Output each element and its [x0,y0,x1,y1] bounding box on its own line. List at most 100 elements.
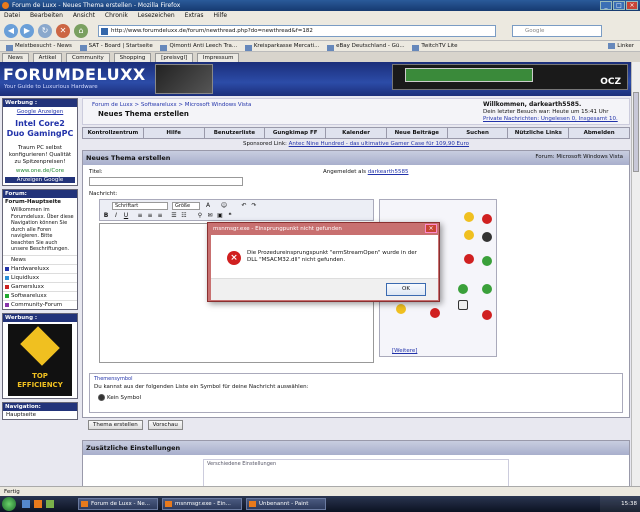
bookmark-item[interactable]: Linker [608,41,634,51]
bookmark-item[interactable]: TwitchTV Lite [412,43,457,49]
logged-in-user-link[interactable]: darkearth5585 [368,169,409,175]
nav-member-list[interactable]: Benutzerliste [205,128,266,138]
smiley-icon[interactable] [458,284,468,294]
smiley-icon[interactable] [482,214,492,224]
smiley-icon[interactable] [482,310,492,320]
undo-icon[interactable]: ↶ [240,202,248,210]
start-button[interactable] [2,497,16,511]
size-select[interactable]: Größe [172,202,200,210]
page-scrollbar[interactable] [631,62,640,486]
align-right-icon[interactable]: ≡ [156,212,164,220]
smiley-icon[interactable] [482,232,492,242]
quicklaunch-icon[interactable] [22,500,30,508]
extra-settings-header[interactable]: Zusätzliche Einstellungen [83,441,629,455]
sidebar-item-softwareluxx[interactable]: Softwareluxx [3,290,77,300]
align-left-icon[interactable]: ≡ [136,212,144,220]
smiley-icon[interactable] [430,308,440,318]
ad-url[interactable]: www.one.de/Core [5,168,75,174]
bookmark-item[interactable]: eBay Deutschland - Gü... [327,43,405,49]
task-msnmsgr[interactable]: msnmsgr.exe - Ein... [162,498,242,510]
stop-icon[interactable]: ✕ [56,24,70,38]
no-icon-radio[interactable]: Kein Symbol [98,394,141,401]
sidebar-item-news[interactable]: News [3,254,77,264]
create-thread-button[interactable]: Thema erstellen [88,420,143,430]
bookmark-item[interactable]: Qimonti Anti Leech Tra... [160,43,237,49]
nav-logout[interactable]: Abmelden [569,128,629,138]
scrollbar-thumb[interactable] [633,92,639,172]
menu-history[interactable]: Chronik [105,12,128,19]
toplink-articles[interactable]: Artikel [32,53,63,62]
menu-tools[interactable]: Extras [185,12,204,19]
nav-useful-links[interactable]: Nützliche Links [508,128,570,138]
smiley-icon[interactable] [482,256,492,266]
underline-button[interactable]: U [122,212,130,220]
more-smilies-link[interactable]: [Weitere] [392,348,417,354]
dialog-close-button[interactable]: × [425,224,437,233]
bookmark-item[interactable]: Kreisparkasse Mercati... [245,43,320,49]
private-messages-link[interactable]: Private Nachrichten: Ungelesen 0, Insges… [483,116,618,122]
toplink-shopping[interactable]: Shopping [113,53,152,62]
redo-icon[interactable]: ↷ [250,202,258,210]
menu-view[interactable]: Ansicht [73,12,95,19]
italic-button[interactable]: I [112,212,120,220]
ok-button[interactable]: OK [386,283,426,296]
email-icon[interactable]: ✉ [206,212,214,220]
toplink-imprint[interactable]: Impressum [196,53,240,62]
preview-button[interactable]: Vorschau [147,420,183,430]
sidebar-item-liquidluxx[interactable]: Liquidluxx [3,272,77,282]
toplink-price[interactable]: [preisvgl] [155,53,194,62]
sidebar-item-hardwareluxx[interactable]: Hardwareluxx [3,263,77,273]
toplink-community[interactable]: Community [65,53,110,62]
align-center-icon[interactable]: ≡ [146,212,154,220]
menu-edit[interactable]: Bearbeiten [30,12,63,19]
smiley-icon[interactable] [458,300,468,310]
search-input[interactable]: Google [512,25,602,37]
quote-icon[interactable]: ❝ [226,212,234,220]
maximize-button[interactable]: □ [613,1,625,10]
google-ads-link[interactable]: Google Anzeigen [5,109,75,115]
smiley-icon[interactable] [464,254,474,264]
top-efficiency-badge[interactable]: TOP EFFICIENCY [8,323,72,396]
numbered-list-icon[interactable]: ☷ [180,212,188,220]
smiley-icon[interactable] [464,230,474,240]
bold-button[interactable]: B [102,212,110,220]
smiley-icon[interactable] [464,212,474,222]
ad-headline[interactable]: Intel Core2 Duo GamingPC [5,119,75,139]
address-bar[interactable]: http://www.forumdeluxx.de/forum/newthrea… [98,25,496,37]
toplink-news[interactable]: News [2,53,29,62]
smiley-icon[interactable] [396,304,406,314]
font-color-icon[interactable]: A [204,202,212,210]
sidebar-item-community[interactable]: Community-Forum [3,299,77,309]
nav-new-posts[interactable]: Neue Beiträge [387,128,448,138]
smilie-toggle-icon[interactable]: ☺ [220,202,228,210]
image-icon[interactable]: ▣ [216,212,224,220]
minimize-button[interactable]: _ [600,1,612,10]
list-icon[interactable]: ☰ [170,212,178,220]
task-paint[interactable]: Unbenannt - Paint [246,498,326,510]
nav-calendar[interactable]: Kalender [326,128,387,138]
nav-map[interactable]: Gungkimap FF [265,128,327,138]
site-logo[interactable]: FORUMDELUXX [3,65,146,84]
link-icon[interactable]: ⚲ [196,212,204,220]
nav-control-panel[interactable]: Kontrollzentrum [83,128,144,138]
task-firefox[interactable]: Forum de Luxx - Ne... [78,498,158,510]
sidebar-item-gamersluxx[interactable]: Gamersluxx [3,281,77,291]
menu-bookmarks[interactable]: Lesezeichen [138,12,175,19]
bookmark-item[interactable]: Meistbesucht - News [6,43,72,49]
back-icon[interactable]: ◀ [4,24,18,38]
nav-search[interactable]: Suchen [448,128,509,138]
forward-icon[interactable]: ▶ [20,24,34,38]
menu-help[interactable]: Hilfe [213,12,227,19]
quicklaunch-icon[interactable] [34,500,42,508]
sponsored-link[interactable]: Antec Nine Hundred - das ultimative Game… [289,141,469,147]
google-ads-footer[interactable]: Anzeigen Google [5,177,75,183]
reload-icon[interactable]: ↻ [38,24,52,38]
quicklaunch-icon[interactable] [46,500,54,508]
title-input[interactable] [89,177,243,186]
menu-file[interactable]: Datei [4,12,20,19]
bookmark-item[interactable]: SAT - Board | Startseite [80,43,153,49]
nav-help[interactable]: Hilfe [144,128,205,138]
smiley-icon[interactable] [482,284,492,294]
font-select[interactable]: Schriftart [112,202,168,210]
home-icon[interactable]: ⌂ [74,24,88,38]
